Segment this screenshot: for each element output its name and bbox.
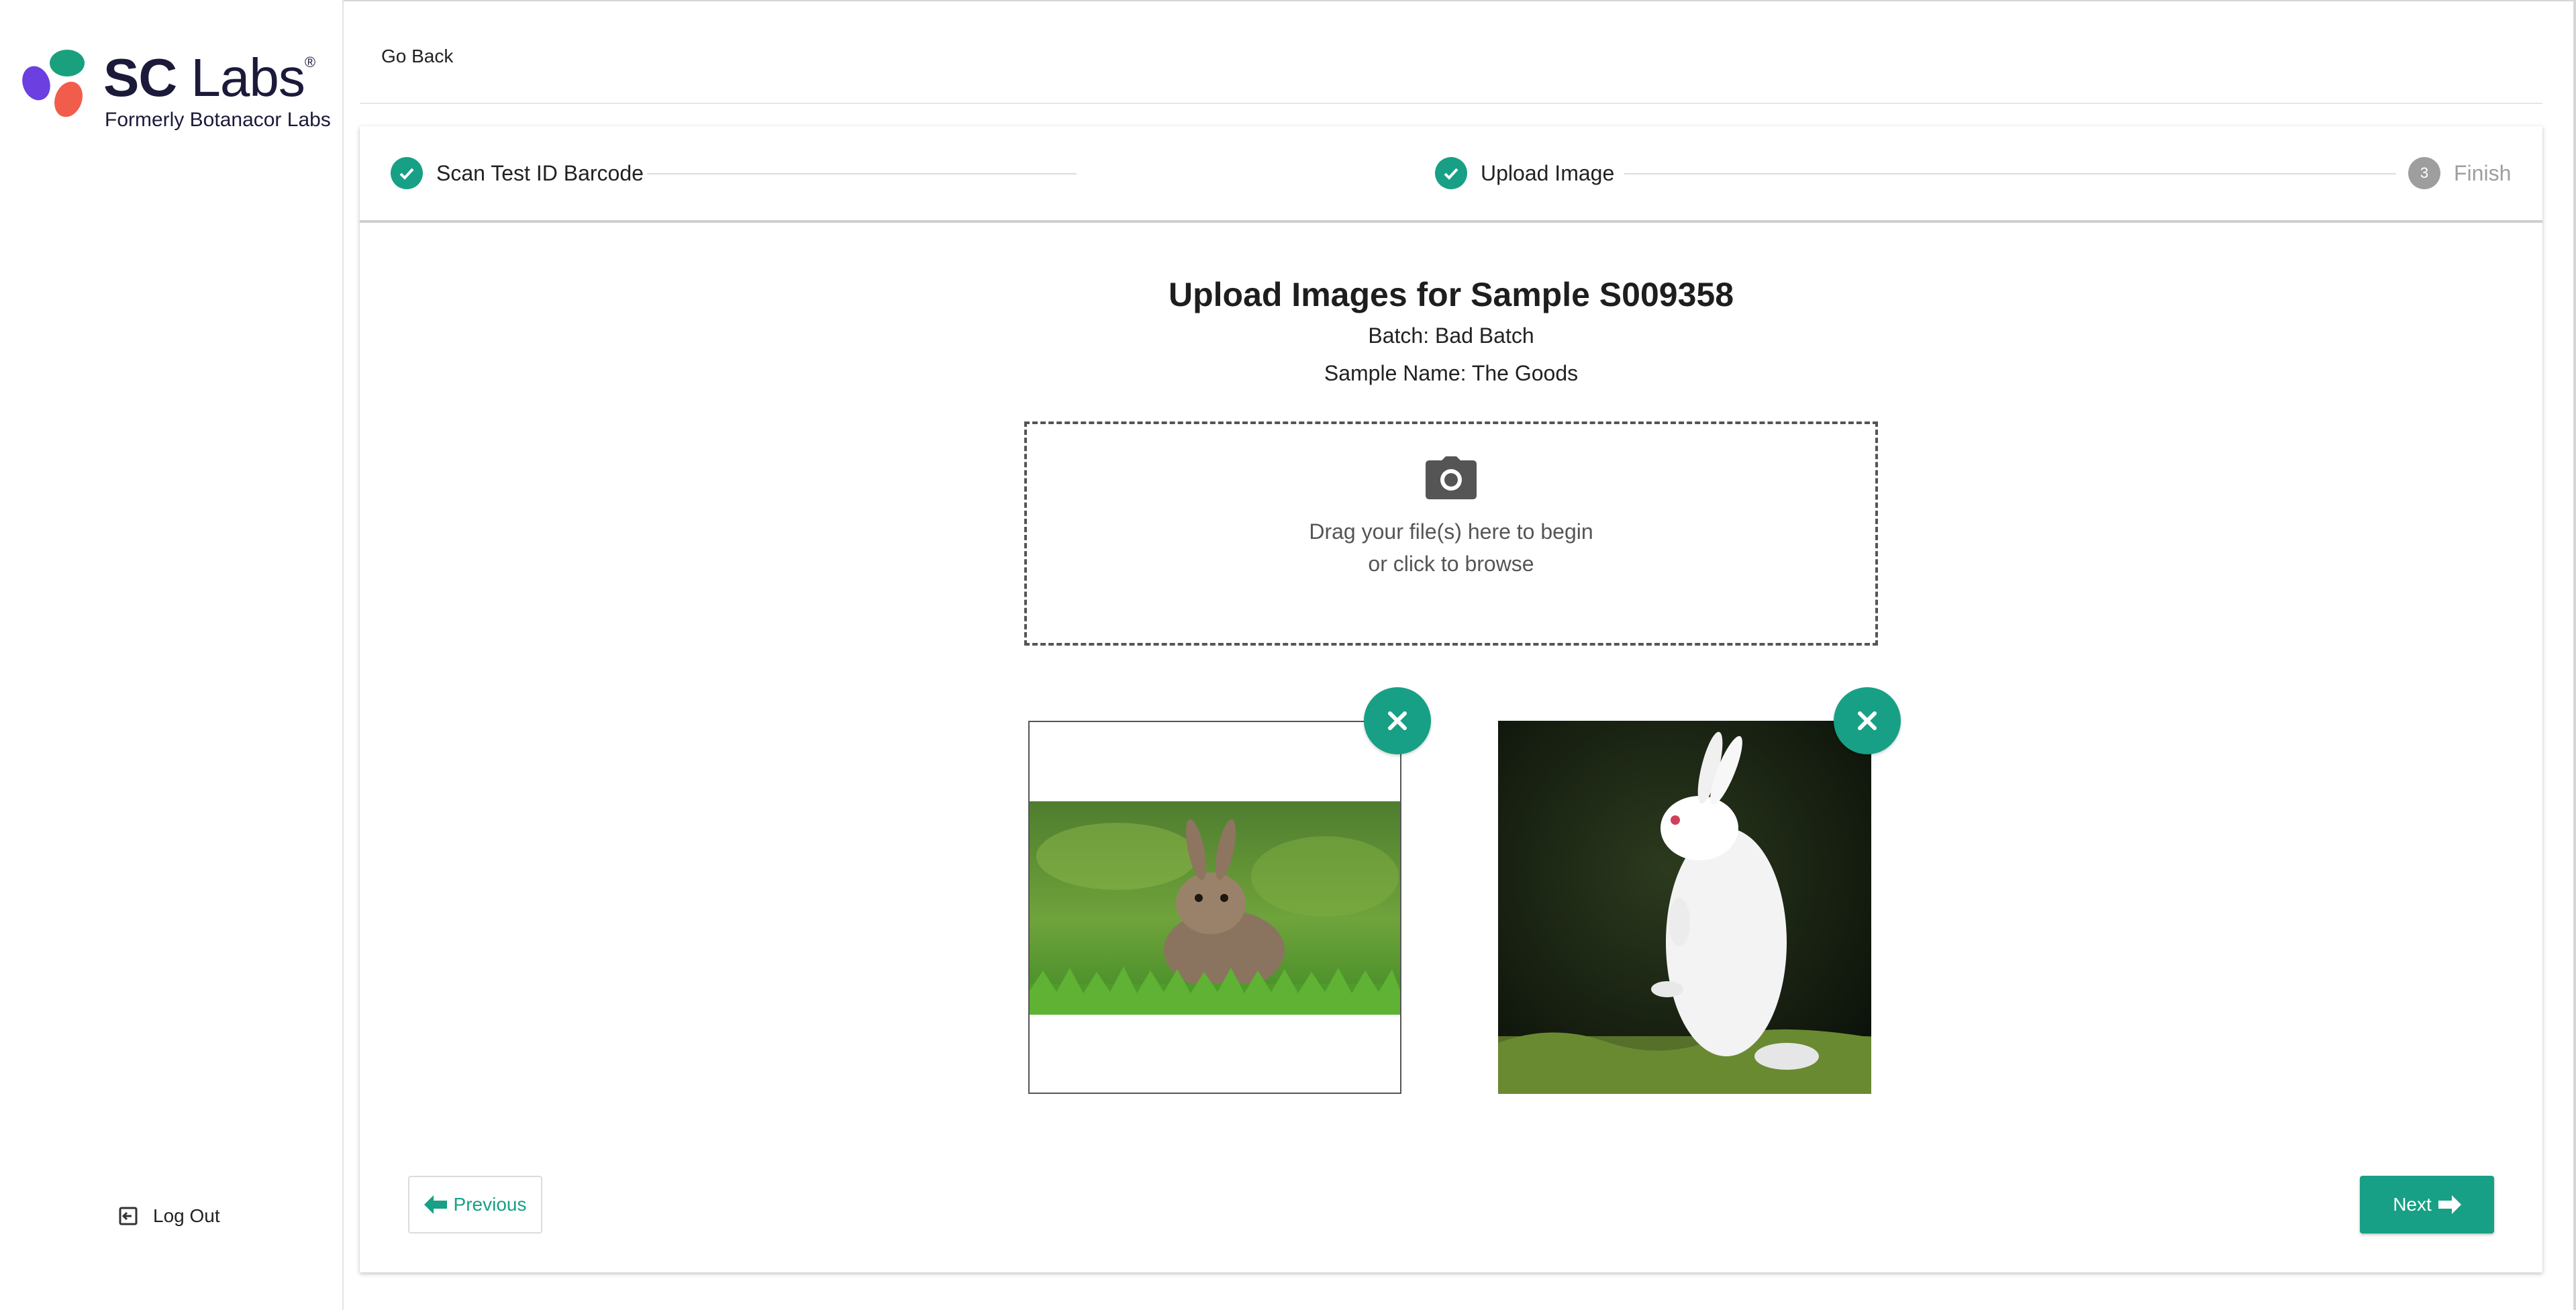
logout-label: Log Out [153,1205,220,1226]
check-icon [1435,157,1467,189]
page-title: Upload Images for Sample S009358 [1168,276,1734,313]
go-back-link[interactable]: Go Back [381,46,453,67]
next-label: Next [2393,1194,2432,1215]
step-finish: 3 Finish [2408,157,2511,189]
logo-tagline: Formerly Botanacor Labs [105,109,331,131]
logo-wordmark: SC Labs® [103,48,315,107]
step-number-badge: 3 [2408,157,2440,189]
batch-label: Batch: Bad Batch [1368,323,1534,348]
camera-icon [1426,456,1477,499]
next-button[interactable]: Next [2360,1176,2494,1233]
arrow-right-icon [2438,1195,2461,1214]
remove-image-button[interactable] [1364,687,1431,754]
step-label: Upload Image [1481,160,1615,185]
sc-labs-logo[interactable]: SC Labs® Formerly Botanacor Labs [20,47,331,134]
rabbit-photo [1030,801,1400,1015]
close-icon [1858,711,1877,730]
previous-label: Previous [453,1194,527,1215]
step-scan-barcode: Scan Test ID Barcode [391,157,644,189]
sample-name-label: Sample Name: The Goods [1324,361,1579,385]
check-icon [391,157,423,189]
remove-image-button[interactable] [1834,687,1901,754]
stepper: Scan Test ID Barcode Upload Image 3 Fini… [360,126,2542,223]
step-connector [1624,173,2396,174]
upload-card: Scan Test ID Barcode Upload Image 3 Fini… [360,126,2542,1272]
step-upload-image: Upload Image [1435,157,1614,189]
close-icon [1388,711,1407,730]
step-connector [647,173,1077,174]
sidebar: SC Labs® Formerly Botanacor Labs Log Out [0,0,344,1310]
logo-mark-icon [22,50,85,117]
step-label: Scan Test ID Barcode [436,160,644,185]
file-dropzone[interactable]: Drag your file(s) here to begin or click… [1024,421,1878,646]
uploaded-image-thumbnail [1028,721,1401,1094]
dropzone-line2: or click to browse [1368,552,1534,576]
logout-icon [119,1207,138,1225]
logout-button[interactable]: Log Out [118,1205,220,1227]
uploaded-image-thumbnail [1498,721,1871,1094]
arrow-left-icon [424,1195,447,1214]
step-label: Finish [2454,160,2512,185]
dropzone-line1: Drag your file(s) here to begin [1309,519,1593,544]
header-divider [360,103,2542,104]
previous-button[interactable]: Previous [408,1176,542,1233]
white-rabbit-photo [1498,721,1871,1094]
